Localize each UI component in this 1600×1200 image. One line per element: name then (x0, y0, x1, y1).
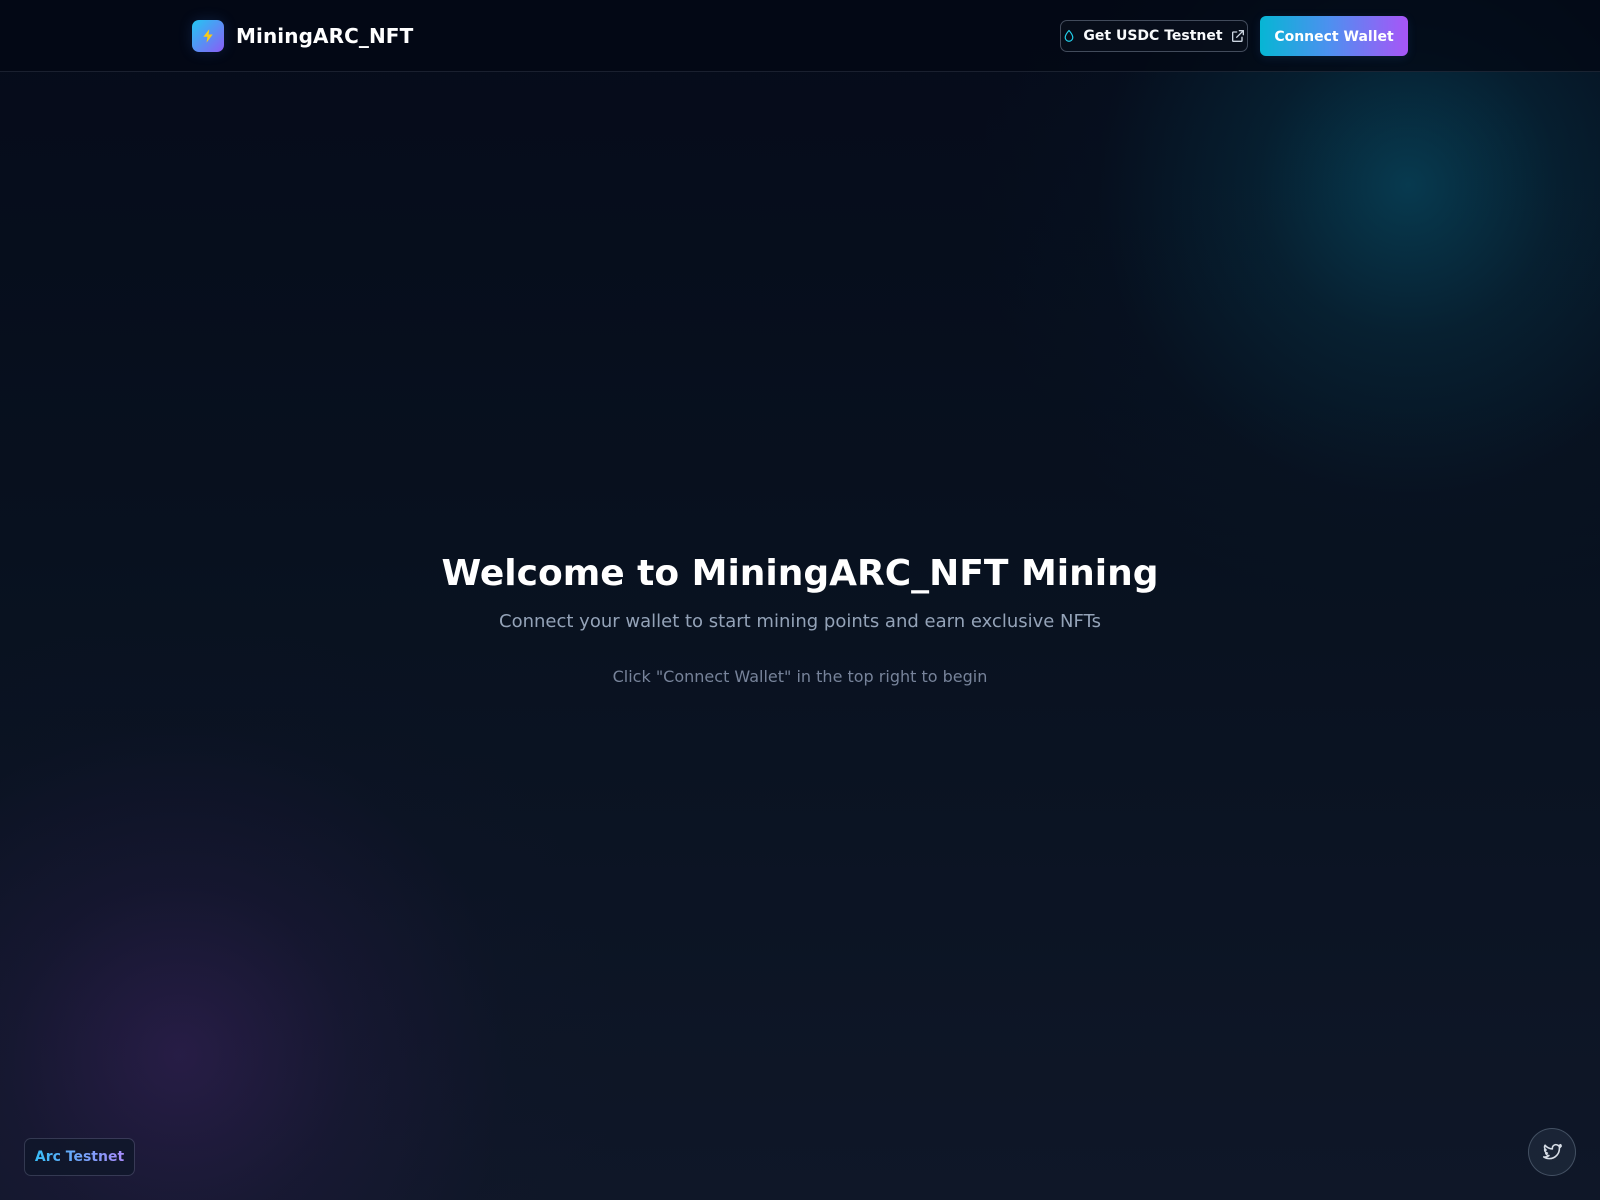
network-label: Arc Testnet (34, 1149, 125, 1165)
connect-wallet-button[interactable]: Connect Wallet (1260, 16, 1408, 56)
lightning-bolt-icon (192, 20, 224, 52)
droplet-icon (1065, 29, 1074, 42)
get-usdc-testnet-label: Get USDC Testnet (1083, 28, 1223, 44)
connect-wallet-instruction: Click "Connect Wallet" in the top right … (612, 667, 988, 686)
top-navigation-bar: MiningARC_NFT Get USDC Testnet Connect W… (0, 0, 1600, 72)
twitter-icon (1542, 1143, 1562, 1159)
app-title: MiningARC_NFT (236, 24, 414, 48)
welcome-title: Welcome to MiningARC_NFT Mining (441, 553, 1159, 594)
twitter-button[interactable] (1528, 1128, 1576, 1176)
welcome-hero: Welcome to MiningARC_NFT Mining Connect … (0, 552, 1600, 687)
brand-link[interactable]: MiningARC_NFT (192, 20, 413, 52)
welcome-subtitle: Connect your wallet to start mining poin… (499, 611, 1101, 632)
network-badge: Arc Testnet (24, 1138, 135, 1176)
get-usdc-testnet-link[interactable]: Get USDC Testnet (1060, 20, 1248, 52)
external-link-icon (1231, 30, 1244, 42)
welcome-page: MiningARC_NFT Get USDC Testnet Connect W… (0, 0, 1600, 1200)
